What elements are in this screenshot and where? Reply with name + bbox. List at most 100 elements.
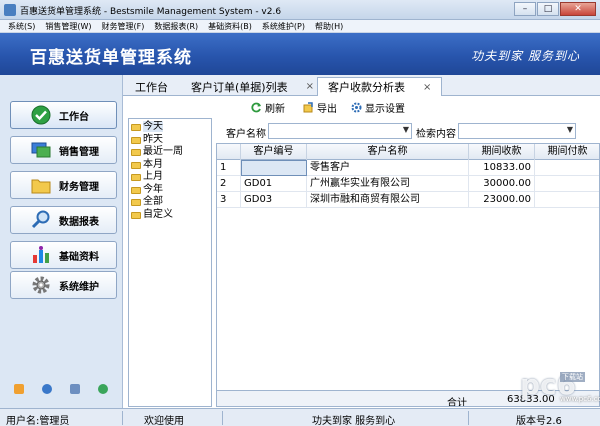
check-icon (31, 105, 51, 125)
folder-icon (131, 124, 141, 131)
customer-name-label: 客户名称 (226, 129, 266, 140)
menu-finance[interactable]: 财务管理(F) (101, 20, 144, 32)
status-bar: 用户名:管理员 欢迎使用 功夫到家 服务到心 版本号2.6 (0, 408, 600, 426)
magnifier-icon (31, 210, 51, 230)
export-button[interactable]: 导出 (303, 100, 337, 115)
tree-item-custom[interactable]: 自定义 (129, 209, 211, 222)
close-icon[interactable]: × (423, 82, 431, 93)
period-receipt-cell: 23000.00 (469, 192, 535, 208)
sidebar-item-workbench[interactable]: 工作台 (10, 101, 117, 129)
status-divider (122, 411, 123, 425)
tab-customer-orders[interactable]: 客户订单(单据)列表 × (181, 77, 324, 96)
search-label: 检索内容 (416, 129, 456, 140)
tree-item-this-month[interactable]: 本月 (129, 159, 211, 172)
tree-item-all[interactable]: 全部 (129, 196, 211, 209)
search-combo[interactable]: ▼ (458, 123, 576, 139)
row-number: 1 (217, 160, 241, 176)
export-label: 导出 (317, 104, 337, 115)
menu-system[interactable]: 系统(S) (8, 20, 35, 32)
filter-bar: 客户名称 ▼ 检索内容 ▼ (216, 120, 600, 142)
tab-label: 客户收款分析表 (328, 81, 405, 94)
toolbar: 刷新 导出 显示设置 (123, 96, 600, 118)
period-payment-cell (535, 160, 599, 176)
menu-sales[interactable]: 销售管理(W) (45, 20, 91, 32)
refresh-icon[interactable] (98, 384, 108, 394)
tree-item-this-year[interactable]: 今年 (129, 184, 211, 197)
table-row[interactable]: 2 GD01 广州赢华实业有限公司 30000.00 (217, 176, 599, 192)
status-welcome: 欢迎使用 (144, 416, 184, 426)
refresh-label: 刷新 (265, 104, 285, 115)
folder-icon (131, 211, 141, 219)
date-range-tree: 今天 昨天 最近一周 本月 上月 今年 全部 自定义 (128, 118, 212, 407)
minimize-button[interactable]: – (514, 2, 536, 16)
period-receipt-cell: 30000.00 (469, 176, 535, 192)
column-header-row-number[interactable] (217, 144, 241, 160)
sidebar-item-basic-data[interactable]: 基础资料 (10, 241, 117, 269)
close-button[interactable]: ✕ (560, 2, 596, 16)
refresh-icon (251, 102, 262, 113)
tree-item-last-week[interactable]: 最近一周 (129, 146, 211, 159)
grid-header: 客户编号 客户名称 期间收款 期间付款 (217, 144, 599, 160)
gear-icon (31, 275, 51, 295)
edit-icon[interactable] (14, 384, 24, 394)
customer-name-combo[interactable]: ▼ (268, 123, 412, 139)
status-divider (468, 411, 469, 425)
sidebar-item-maintenance[interactable]: 系统维护 (10, 271, 117, 299)
calculator-icon[interactable] (70, 384, 80, 394)
tree-item-last-month[interactable]: 上月 (129, 171, 211, 184)
app-icon (4, 4, 16, 16)
sidebar-item-label: 工作台 (59, 111, 89, 123)
window-controls: – □ ✕ (514, 2, 596, 16)
column-header-period-payment[interactable]: 期间付款 (535, 144, 599, 160)
customer-name-cell: 零售客户 (307, 160, 469, 176)
settings-icon (351, 102, 362, 113)
tab-receipt-analysis[interactable]: 客户收款分析表 × (317, 77, 443, 96)
tree-item-today[interactable]: 今天 (129, 121, 211, 134)
tree-item-yesterday[interactable]: 昨天 (129, 134, 211, 147)
close-icon[interactable]: × (306, 81, 314, 92)
folder-icon (131, 161, 141, 169)
period-payment-cell (535, 176, 599, 192)
title-bar: 百惠送货单管理系统 - Bestsmile Management System … (0, 0, 600, 20)
folder-icon (131, 199, 141, 206)
chevron-down-icon: ▼ (566, 125, 573, 134)
column-header-period-receipt[interactable]: 期间收款 (469, 144, 535, 160)
pc6-watermark: pc6 下载站 www.pc6.com (520, 368, 600, 406)
watermark-url: www.pc6.com (560, 395, 600, 403)
column-header-customer-name[interactable]: 客户名称 (307, 144, 469, 160)
sidebar-item-sales[interactable]: 销售管理 (10, 136, 117, 164)
maximize-button[interactable]: □ (537, 2, 559, 16)
table-row[interactable]: 3 GD03 深圳市融和商贸有限公司 23000.00 (217, 192, 599, 208)
sidebar-item-finance[interactable]: 财务管理 (10, 171, 117, 199)
sidebar: 工作台 销售管理 财务管理 数据报表 基础资料 系统维护 (0, 75, 123, 408)
customer-name-cell: 广州赢华实业有限公司 (307, 176, 469, 192)
display-settings-button[interactable]: 显示设置 (351, 100, 405, 115)
period-receipt-cell: 10833.00 (469, 160, 535, 176)
clock-icon[interactable] (42, 384, 52, 394)
customer-code-cell[interactable] (241, 160, 307, 176)
table-row[interactable]: 1 零售客户 10833.00 (217, 160, 599, 176)
folder-icon (31, 175, 51, 195)
menu-maintenance[interactable]: 系统维护(P) (262, 20, 305, 32)
menu-help[interactable]: 帮助(H) (315, 20, 343, 32)
refresh-button[interactable]: 刷新 (251, 100, 285, 115)
sidebar-item-reports[interactable]: 数据报表 (10, 206, 117, 234)
sidebar-item-label: 系统维护 (59, 281, 99, 293)
column-header-customer-code[interactable]: 客户编号 (241, 144, 307, 160)
menu-basic-data[interactable]: 基础资料(B) (208, 20, 252, 32)
tab-label: 工作台 (135, 80, 168, 94)
tab-bar: 工作台 客户订单(单据)列表 × 客户收款分析表 × (123, 75, 600, 96)
chart-icon (31, 245, 51, 265)
display-settings-label: 显示设置 (365, 104, 405, 115)
tab-workbench[interactable]: 工作台 (125, 77, 178, 96)
status-divider (222, 411, 223, 425)
app-banner: 百惠送货单管理系统 功夫到家 服务到心 (0, 33, 600, 75)
row-number: 3 (217, 192, 241, 208)
sidebar-quick-icons (14, 384, 108, 394)
sidebar-item-label: 财务管理 (59, 181, 99, 193)
customer-name-cell: 深圳市融和商贸有限公司 (307, 192, 469, 208)
folder-icon (131, 186, 141, 194)
menu-reports[interactable]: 数据报表(R) (154, 20, 198, 32)
banner-title: 百惠送货单管理系统 (30, 48, 192, 68)
customer-code-cell: GD01 (241, 176, 307, 192)
